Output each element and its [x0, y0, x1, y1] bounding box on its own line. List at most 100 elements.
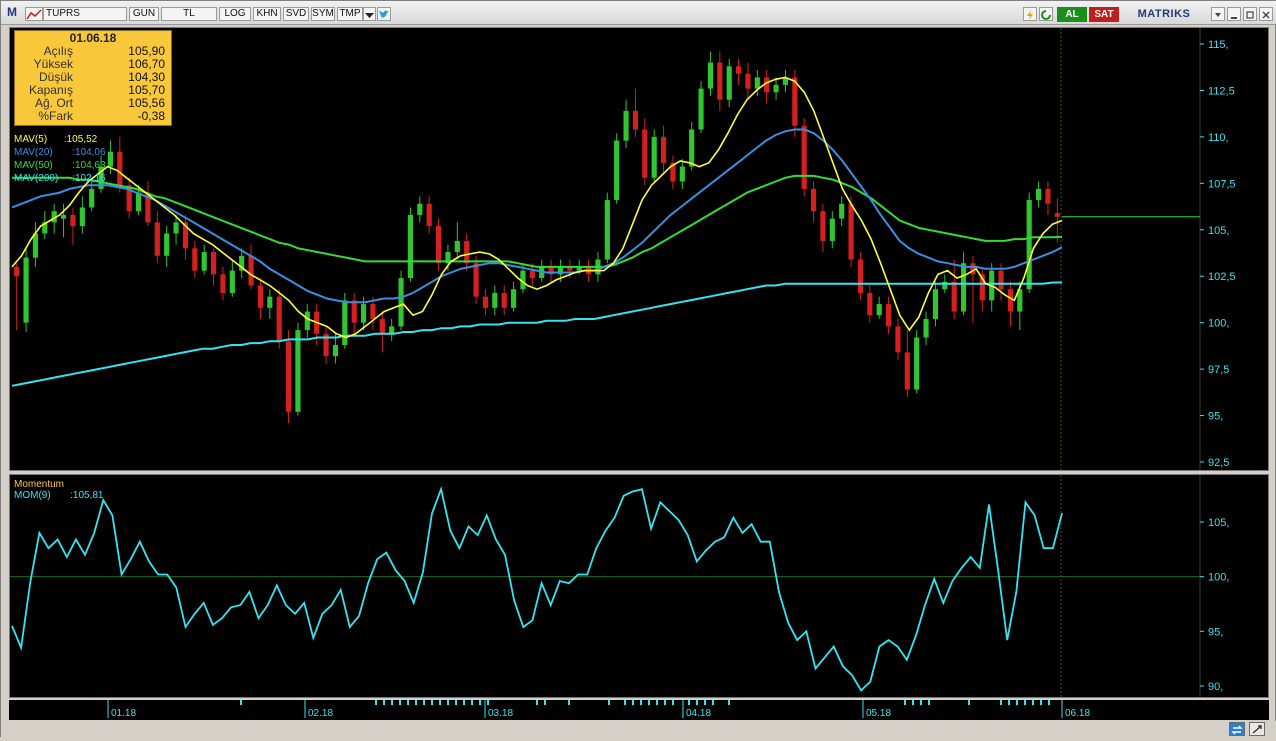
mav20-line: [11, 128, 1063, 304]
candle-body: [1026, 200, 1032, 290]
candle-body: [482, 296, 489, 308]
close-icon[interactable]: [1259, 7, 1273, 21]
date-tick-label: 02.18: [308, 708, 333, 719]
candle-body: [60, 214, 67, 219]
lightning-icon[interactable]: [1023, 7, 1037, 21]
mav200-line: [11, 281, 1062, 387]
legend-value: :105,81: [70, 490, 104, 501]
candle-body: [951, 281, 957, 312]
candle-body: [342, 300, 348, 345]
candle-body: [304, 311, 310, 331]
candle-body: [998, 270, 1004, 290]
candle-body: [679, 166, 685, 182]
mav50-line: [12, 174, 1063, 268]
candle-body: [164, 233, 170, 256]
price-tick-label: 107,5: [1208, 178, 1236, 190]
candle-body: [1054, 213, 1060, 217]
momentum-line: [11, 486, 1063, 692]
date-tick-label: 06.18: [1065, 708, 1090, 719]
candle-body: [79, 207, 85, 227]
momentum-chart: 105, 100, 95, 90,: [10, 475, 1229, 697]
legend-mav20: MAV(20) :104,06: [14, 147, 106, 158]
legend-name: MAV(5): [14, 134, 48, 145]
settings-icon[interactable]: [1249, 722, 1265, 736]
candle-body: [923, 318, 929, 338]
legend-value: :105,52: [63, 134, 98, 145]
candle-body: [801, 125, 807, 189]
candle-body: [14, 266, 20, 277]
sync-icon[interactable]: [1229, 722, 1245, 736]
momentum-panel[interactable]: 105, 100, 95, 90, Momentum MOM(9) :105,81: [9, 474, 1269, 698]
sell-button[interactable]: SAT: [1089, 7, 1119, 22]
candle-body: [632, 110, 639, 130]
price-panel[interactable]: 115, 112,5 110, 107,5 105, 102,5 100, 97,5 95, 92…: [9, 27, 1269, 471]
candle-body: [1045, 188, 1051, 204]
price-tick-label: 115,: [1208, 39, 1229, 51]
maximize-icon[interactable]: [1243, 7, 1257, 21]
momentum-tick-label: 95,: [1208, 626, 1223, 638]
legend-mav5: MAV(5) :105,52: [14, 134, 97, 145]
chart-window: M TUPRS GUN TL LOG KHN SVD SYM TMP AL SA…: [0, 0, 1276, 738]
momentum-legend: MOM(9) :105,81: [14, 490, 104, 501]
candle-body: [154, 222, 160, 256]
candle-body: [735, 66, 742, 74]
minimize-icon[interactable]: [1227, 7, 1241, 21]
date-tick-label: 03.18: [488, 708, 513, 719]
period-select[interactable]: GUN: [129, 7, 159, 21]
brand-logo: MATRIKS: [1137, 8, 1191, 20]
candle-body: [201, 252, 207, 271]
date-axis-svg: 01.18 02.18 03.18 04.18 05.18 06.18: [107, 700, 1090, 719]
candle-body: [360, 304, 367, 323]
candle-body: [876, 304, 882, 316]
candle-body: [417, 203, 423, 215]
khn-button[interactable]: KHN: [253, 7, 281, 21]
candle-body: [895, 326, 901, 353]
sym-button[interactable]: SYM: [311, 7, 335, 21]
price-tick-label: 97,5: [1208, 364, 1229, 376]
log-button[interactable]: LOG: [219, 7, 251, 21]
price-chart: 115, 112,5 110, 107,5 105, 102,5 100, 97,5 95, 92…: [11, 28, 1236, 470]
refresh-icon[interactable]: [1039, 7, 1053, 21]
candle-body: [332, 344, 339, 357]
candle-body: [848, 203, 854, 260]
legend-name: MOM(9): [14, 490, 51, 501]
legend-name: MAV(20): [14, 147, 53, 158]
svd-button[interactable]: SVD: [283, 7, 309, 21]
twitter-icon[interactable]: [377, 7, 391, 21]
candle-body: [604, 200, 610, 260]
price-tick-label: 102,5: [1208, 271, 1236, 283]
candle-body: [698, 88, 704, 130]
candle-body: [857, 259, 864, 293]
momentum-title: Momentum: [14, 479, 65, 490]
currency-select[interactable]: TL: [161, 7, 217, 21]
candle-body: [773, 84, 779, 93]
date-tick-label: 04.18: [686, 708, 711, 719]
symbol-field[interactable]: TUPRS: [43, 7, 127, 21]
candle-body: [960, 263, 967, 312]
momentum-tick-label: 105,: [1208, 517, 1229, 529]
chart-type-icon[interactable]: [25, 7, 43, 21]
tmp-button[interactable]: TMP: [337, 7, 363, 21]
legend-name: MAV(50): [14, 160, 53, 171]
candle-body: [295, 330, 301, 412]
candle-body: [885, 304, 892, 327]
price-tick-label: 92,5: [1208, 457, 1229, 469]
candle-body: [435, 226, 442, 264]
candle-body: [501, 292, 507, 308]
info-label: %Fark: [38, 109, 73, 123]
legend-value: :104,63: [72, 160, 106, 171]
info-date: 01.06.18: [69, 31, 117, 45]
candle-body: [426, 203, 432, 227]
legend-mav50: MAV(50) :104,63: [14, 160, 106, 171]
candle-body: [473, 263, 479, 297]
candle-body: [210, 252, 217, 275]
candle-body: [810, 188, 817, 212]
legend-value: :102,16: [72, 173, 106, 184]
price-tick-label: 95,: [1208, 411, 1223, 423]
dropdown-icon[interactable]: [363, 7, 376, 21]
date-tick-label: 01.18: [111, 708, 136, 719]
price-tick-label: 100,: [1208, 318, 1229, 330]
buy-button[interactable]: AL: [1057, 7, 1087, 22]
candle-body: [285, 341, 292, 412]
collapse-icon[interactable]: [1211, 7, 1225, 21]
